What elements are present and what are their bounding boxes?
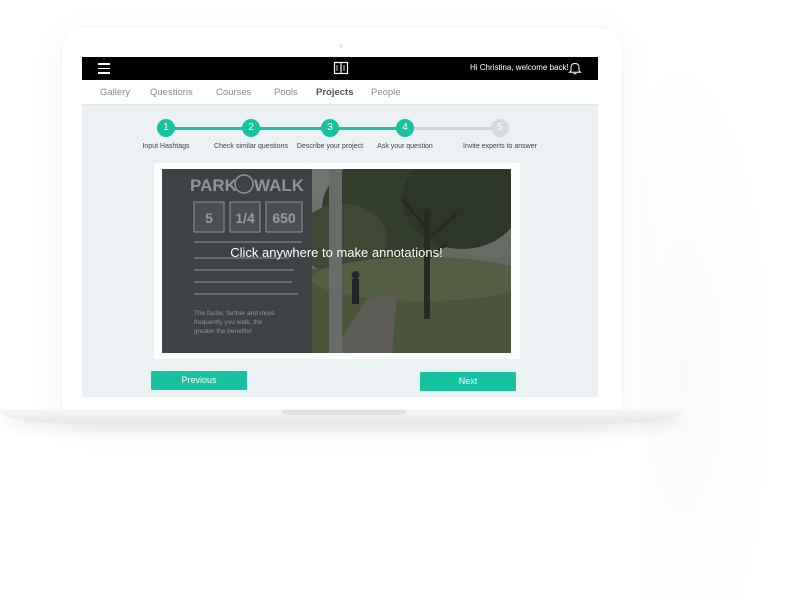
bell-icon[interactable] xyxy=(568,61,582,75)
next-button[interactable]: Next xyxy=(420,372,516,391)
main-nav: Gallery Questions Courses Pools Projects… xyxy=(82,80,598,105)
annotation-photo[interactable]: PARK WALK 5 1/4 650 The faster, farther … xyxy=(162,169,511,353)
camera-dot xyxy=(339,44,343,48)
step-2-label: Check similar questions xyxy=(214,143,288,150)
step-2-circle[interactable]: 2 xyxy=(242,119,260,137)
background-shadow xyxy=(640,40,780,600)
step-5-label: Invite experts to answer xyxy=(463,143,537,150)
previous-button[interactable]: Previous xyxy=(151,371,247,390)
stepper-remaining-line xyxy=(406,127,501,130)
app-screen: Hi Christina, welcome back! Gallery Ques… xyxy=(82,57,598,397)
nav-item-people[interactable]: People xyxy=(371,87,401,98)
book-icon[interactable] xyxy=(333,61,349,75)
step-4-circle[interactable]: 4 xyxy=(396,119,414,137)
step-4-label: Ask your question xyxy=(377,143,433,150)
laptop-notch xyxy=(282,410,406,415)
step-3-label: Describe your project xyxy=(296,143,364,150)
nav-item-courses[interactable]: Courses xyxy=(216,87,251,98)
annotation-prompt: Click anywhere to make annotations! xyxy=(230,245,443,260)
nav-item-gallery[interactable]: Gallery xyxy=(100,87,130,98)
top-bar: Hi Christina, welcome back! xyxy=(82,57,598,80)
step-1-label: Input Hashtags xyxy=(142,143,190,150)
nav-item-projects[interactable]: Projects xyxy=(316,87,354,98)
greeting-text: Hi Christina, welcome back! xyxy=(470,63,569,72)
nav-item-pools[interactable]: Pools xyxy=(274,87,298,98)
step-1-circle[interactable]: 1 xyxy=(157,119,175,137)
step-3-circle[interactable]: 3 xyxy=(321,119,339,137)
step-5-circle[interactable]: 5 xyxy=(491,119,509,137)
stepper-progress-line xyxy=(166,127,406,130)
hamburger-icon[interactable] xyxy=(98,63,110,74)
park-scene-illustration: PARK WALK 5 1/4 650 The faster, farther … xyxy=(162,169,511,353)
nav-item-questions[interactable]: Questions xyxy=(150,87,193,98)
